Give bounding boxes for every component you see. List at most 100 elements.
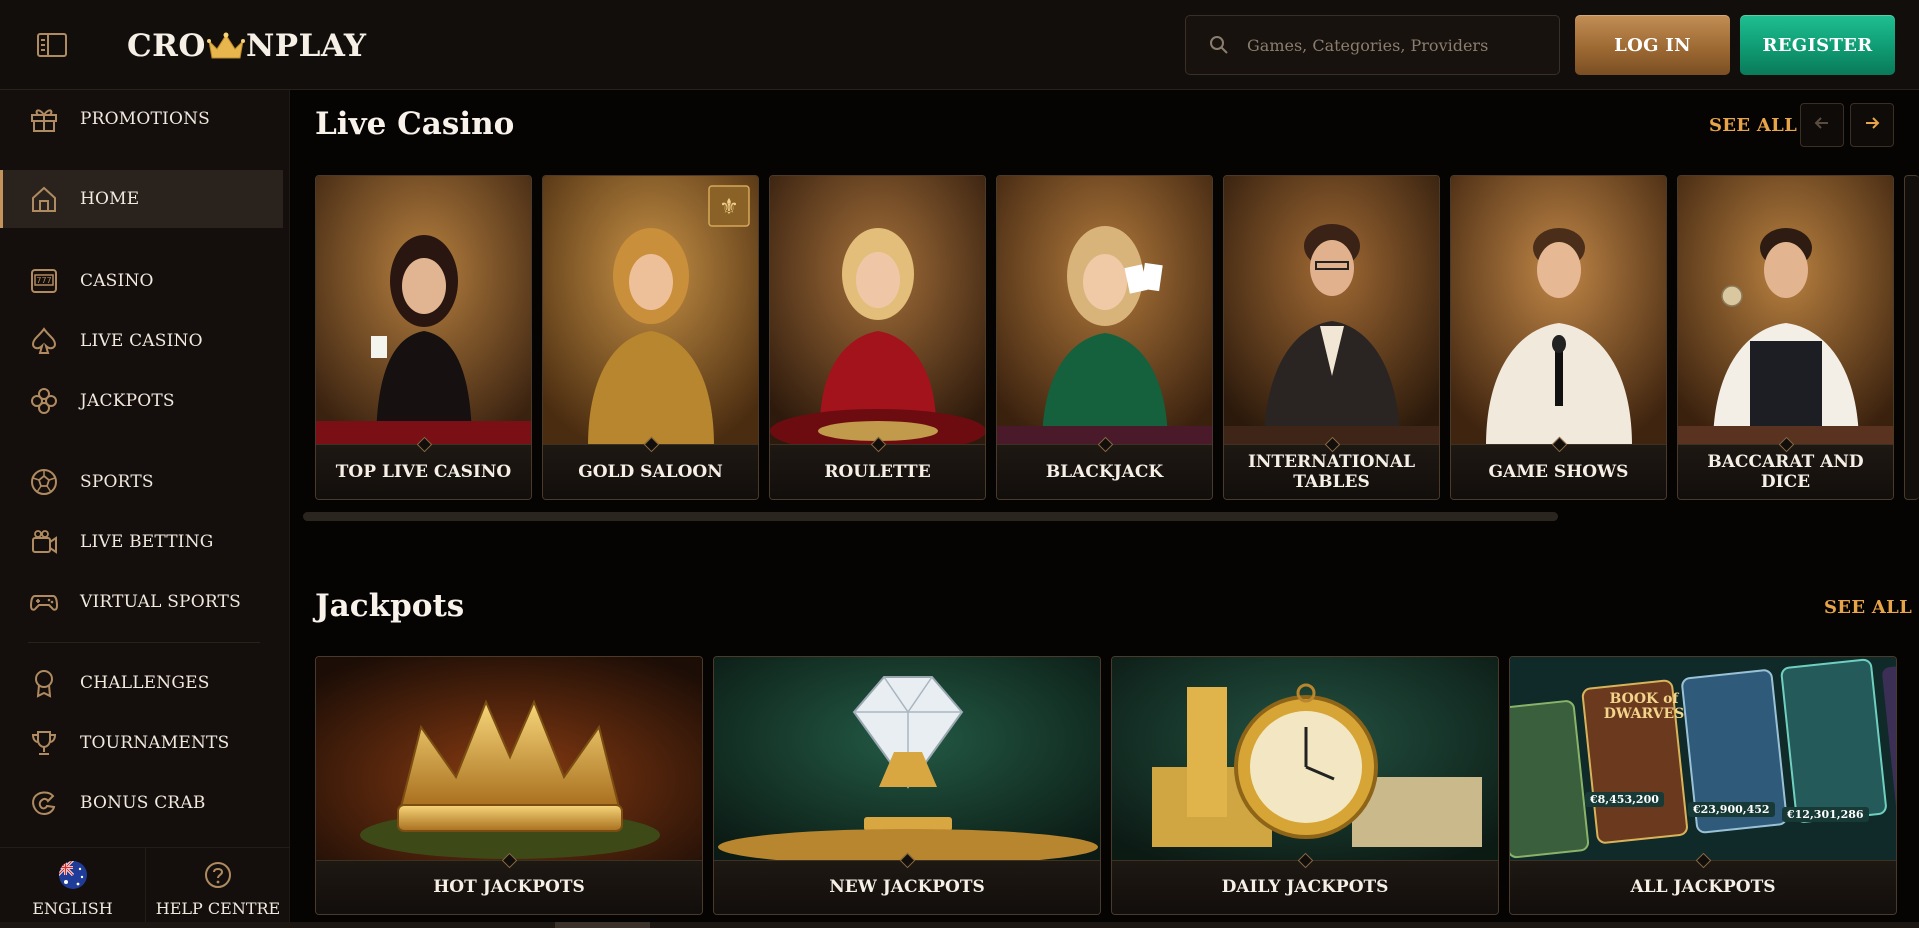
- svg-text:777: 777: [36, 276, 51, 285]
- card-artwork: [714, 657, 1100, 862]
- arrow-left-icon: [1813, 114, 1831, 136]
- card-artwork: [1510, 657, 1896, 862]
- sidebar-item-label: CASINO: [80, 271, 154, 291]
- sidebar-footer: ENGLISH HELP CENTRE: [0, 847, 290, 928]
- jackpot-amount: €12,301,286: [1782, 807, 1869, 822]
- jackpots-see-all-link[interactable]: SEE ALL: [1824, 597, 1912, 618]
- language-selector[interactable]: ENGLISH: [0, 848, 145, 928]
- sidebar-item-tournaments[interactable]: TOURNAMENTS: [0, 714, 283, 772]
- help-centre-label: HELP CENTRE: [155, 899, 281, 918]
- card-artwork: ⚜: [543, 176, 758, 446]
- medal-icon: [28, 667, 60, 699]
- sidebar-item-sports[interactable]: SPORTS: [0, 453, 283, 511]
- live-casino-card-gold-saloon[interactable]: ⚜ GOLD SALOON: [542, 175, 759, 500]
- card-label: TOP LIVE CASINO: [316, 444, 531, 499]
- help-centre-link[interactable]: HELP CENTRE: [145, 848, 290, 928]
- clover-icon: [28, 385, 60, 417]
- live-casino-card-top-live-casino[interactable]: TOP LIVE CASINO: [315, 175, 532, 500]
- crown-icon: [206, 31, 245, 61]
- live-casino-card-international-tables[interactable]: INTERNATIONAL TABLES: [1223, 175, 1440, 500]
- language-label: ENGLISH: [32, 899, 113, 918]
- sidebar-item-label: PROMOTIONS: [80, 109, 211, 129]
- page-horizontal-scrollbar[interactable]: [0, 922, 1919, 928]
- carousel-next-button[interactable]: [1850, 103, 1894, 147]
- card-artwork: [770, 176, 985, 446]
- arrow-right-icon: [1863, 114, 1881, 136]
- live-casino-card-partial[interactable]: [1904, 175, 1919, 500]
- card-label: GAME SHOWS: [1451, 444, 1666, 499]
- register-button[interactable]: REGISTER: [1740, 15, 1895, 75]
- sidebar-item-label: LIVE BETTING: [80, 532, 214, 552]
- card-label: GOLD SALOON: [543, 444, 758, 499]
- sidebar-item-live-casino[interactable]: LIVE CASINO: [0, 312, 283, 370]
- jackpot-card-hot-jackpots[interactable]: HOT JACKPOTS: [315, 656, 703, 915]
- live-casino-card-roulette[interactable]: ROULETTE: [769, 175, 986, 500]
- carousel-scrollbar-thumb[interactable]: [303, 512, 1558, 521]
- search-icon: [1207, 33, 1231, 57]
- camera-icon: [28, 526, 60, 558]
- card-artwork: [997, 176, 1212, 446]
- jackpot-card-all-jackpots[interactable]: BOOK of DWARVES €8,453,200 €23,900,452 €…: [1509, 656, 1897, 915]
- jackpot-card-new-jackpots[interactable]: NEW JACKPOTS: [713, 656, 1101, 915]
- card-artwork: [1224, 176, 1439, 446]
- login-button[interactable]: LOG IN: [1575, 15, 1730, 75]
- sidebar-item-casino[interactable]: 777 CASINO: [0, 252, 283, 310]
- live-casino-title: Live Casino: [315, 106, 515, 142]
- sidebar-item-label: CHALLENGES: [80, 673, 210, 693]
- card-artwork: [1112, 657, 1498, 862]
- sidebar-item-virtual-sports[interactable]: VIRTUAL SPORTS: [0, 573, 283, 631]
- live-casino-card-baccarat-and-dice[interactable]: BACCARAT AND DICE: [1677, 175, 1894, 500]
- card-artwork: [1678, 176, 1893, 446]
- gift-icon: [28, 103, 60, 135]
- home-icon: [28, 183, 60, 215]
- live-casino-card-game-shows[interactable]: GAME SHOWS: [1450, 175, 1667, 500]
- sidebar-item-label: JACKPOTS: [80, 391, 175, 411]
- card-artwork: [1451, 176, 1666, 446]
- sidebar-item-label: BONUS CRAB: [80, 793, 206, 813]
- card-label: INTERNATIONAL TABLES: [1224, 444, 1439, 499]
- trophy-icon: [28, 727, 60, 759]
- sidebar-item-live-betting[interactable]: LIVE BETTING: [0, 513, 283, 571]
- jackpot-amount: €23,900,452: [1688, 802, 1775, 817]
- card-label: BLACKJACK: [997, 444, 1212, 499]
- brand-logo[interactable]: CRO NPLAY: [127, 28, 367, 64]
- carousel-scrollbar[interactable]: [303, 512, 1558, 521]
- sidebar-item-jackpots[interactable]: JACKPOTS: [0, 372, 283, 430]
- soccer-ball-icon: [28, 466, 60, 498]
- sidebar-item-bonus-crab[interactable]: BONUS CRAB: [0, 774, 283, 832]
- card-label: ALL JACKPOTS: [1510, 860, 1896, 914]
- sidebar-item-challenges[interactable]: CHALLENGES: [0, 654, 283, 712]
- search-input[interactable]: [1247, 35, 1547, 55]
- sidebar-item-promotions[interactable]: PROMOTIONS: [0, 90, 283, 148]
- card-artwork: [316, 176, 531, 446]
- sidebar-item-label: SPORTS: [80, 472, 154, 492]
- crab-claw-icon: [28, 787, 60, 819]
- live-casino-card-blackjack[interactable]: BLACKJACK: [996, 175, 1213, 500]
- all-jackpots-game-title: BOOK of DWARVES: [1603, 691, 1685, 723]
- card-label: HOT JACKPOTS: [316, 860, 702, 914]
- sidebar-item-home[interactable]: HOME: [0, 170, 283, 228]
- sidebar-divider: [28, 642, 260, 643]
- search-box[interactable]: [1185, 15, 1560, 75]
- sidebar: PROMOTIONS HOME 777 CASINO LIVE CASINO J…: [0, 90, 290, 928]
- jackpot-amount: €8,453,200: [1585, 792, 1664, 807]
- help-icon: [202, 859, 234, 891]
- sidebar-toggle-icon[interactable]: [30, 28, 74, 62]
- brand-logo-right: NPLAY: [245, 28, 367, 64]
- sidebar-item-label: HOME: [80, 189, 140, 209]
- gamepad-icon: [28, 586, 60, 618]
- australia-flag-icon: [57, 859, 89, 891]
- card-artwork: [316, 657, 702, 862]
- card-label: BACCARAT AND DICE: [1678, 444, 1893, 499]
- jackpot-card-daily-jackpots[interactable]: DAILY JACKPOTS: [1111, 656, 1499, 915]
- top-header: CRO NPLAY LOG IN REGISTER: [0, 0, 1919, 90]
- sidebar-item-label: VIRTUAL SPORTS: [80, 592, 241, 612]
- slot-machine-icon: 777: [28, 265, 60, 297]
- page-scrollbar-thumb[interactable]: [555, 922, 650, 928]
- card-label: DAILY JACKPOTS: [1112, 860, 1498, 914]
- carousel-prev-button[interactable]: [1800, 103, 1844, 147]
- live-casino-see-all-link[interactable]: SEE ALL: [1709, 115, 1797, 136]
- jackpots-title: Jackpots: [315, 588, 465, 624]
- brand-logo-left: CRO: [127, 28, 206, 64]
- card-label: ROULETTE: [770, 444, 985, 499]
